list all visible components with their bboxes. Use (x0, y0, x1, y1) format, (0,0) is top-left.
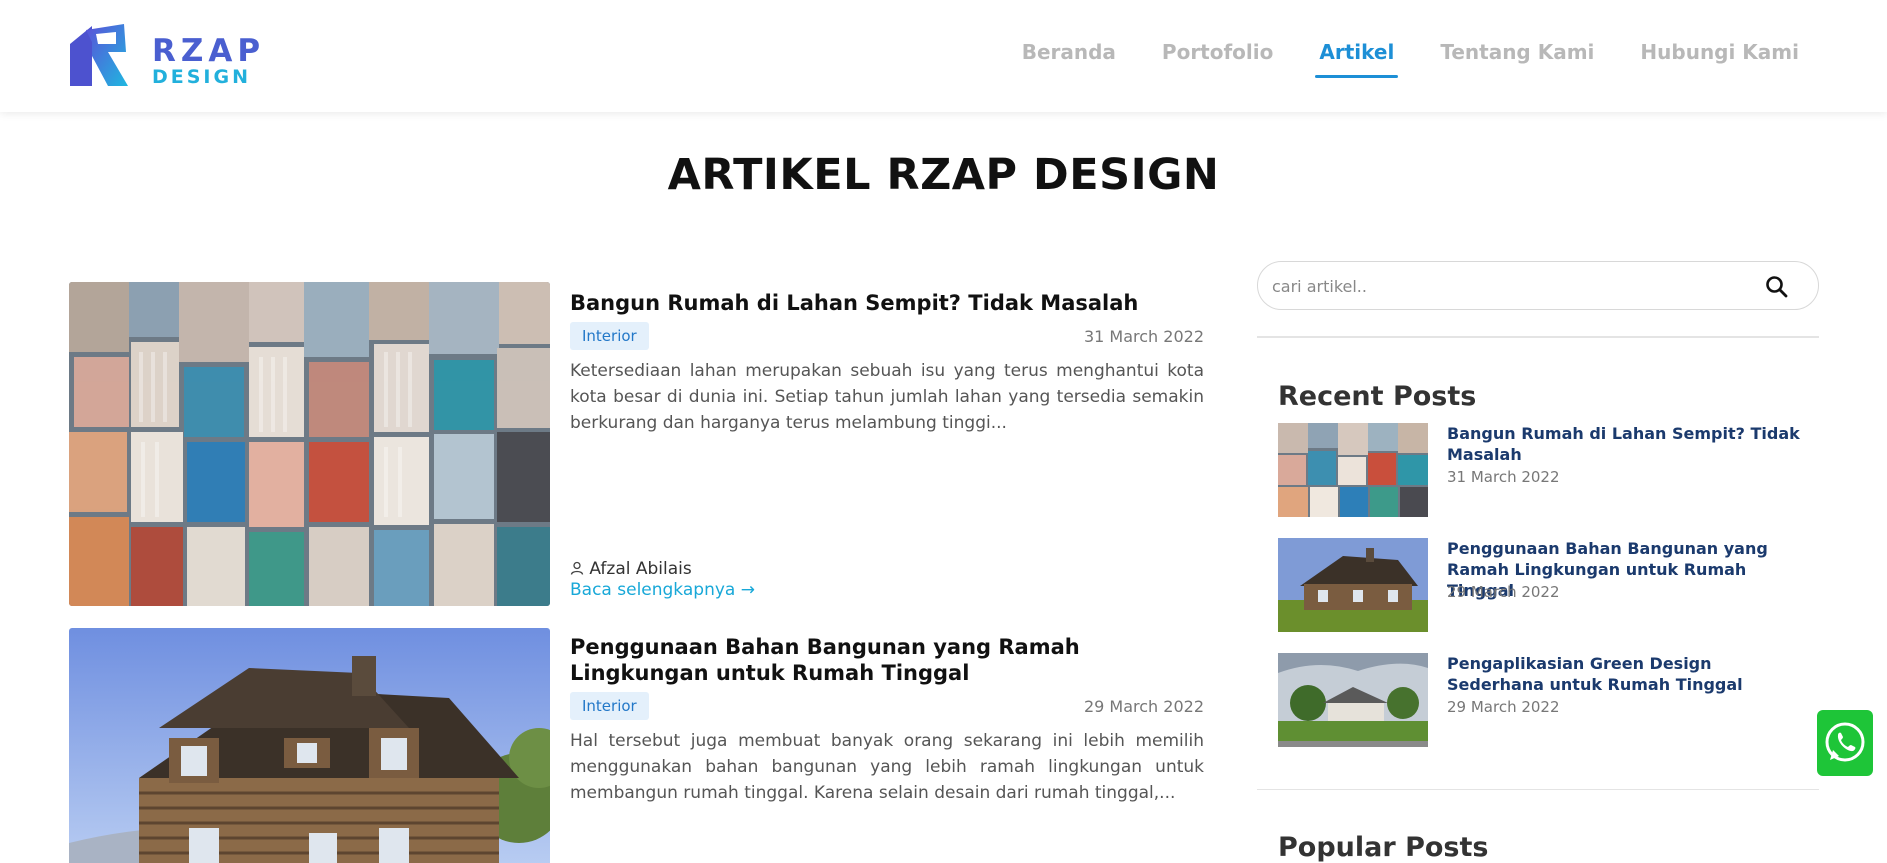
logo-line2: DESIGN (152, 66, 252, 88)
nav-portofolio[interactable]: Portofolio (1162, 40, 1273, 78)
recent-post-date: 29 March 2022 (1447, 583, 1560, 601)
recent-post-thumbnail[interactable] (1278, 653, 1428, 747)
article-excerpt: Ketersediaan lahan merupakan sebuah isu … (570, 361, 1204, 433)
user-icon (570, 559, 589, 579)
house-photo (69, 628, 550, 863)
city-photo (69, 282, 550, 606)
recent-post-title[interactable]: Pengaplikasian Green Design Sederhana un… (1447, 653, 1802, 695)
logo-house-icon (70, 24, 128, 86)
search-input[interactable] (1272, 274, 1732, 298)
recent-post-date: 29 March 2022 (1447, 698, 1560, 716)
nav-hubungi-kami[interactable]: Hubungi Kami (1640, 40, 1799, 78)
article-card: Penggunaan Bahan Bangunan yang Ramah Lin… (69, 628, 1204, 863)
popular-posts-heading: Popular Posts (1278, 832, 1489, 863)
recent-post-item[interactable]: Pengaplikasian Green Design Sederhana un… (1278, 653, 1798, 749)
recent-post-thumbnail[interactable] (1278, 538, 1428, 632)
search-button[interactable] (1764, 274, 1790, 300)
recent-post-date: 31 March 2022 (1447, 468, 1560, 486)
recent-post-item[interactable]: Penggunaan Bahan Bangunan yang Ramah Lin… (1278, 538, 1798, 634)
whatsapp-button[interactable] (1817, 710, 1873, 776)
main-nav: Beranda Portofolio Artikel Tentang Kami … (976, 40, 1799, 78)
recent-post-title[interactable]: Bangun Rumah di Lahan Sempit? Tidak Masa… (1447, 423, 1802, 465)
logo-text: RZAP DESIGN (152, 33, 266, 88)
article-author: Afzal Abilais (570, 559, 692, 579)
sidebar-divider (1257, 789, 1819, 790)
site-header: RZAP DESIGN Beranda Portofolio Artikel T… (0, 0, 1887, 112)
article-body: Bangun Rumah di Lahan Sempit? Tidak Masa… (570, 282, 1204, 606)
article-body: Penggunaan Bahan Bangunan yang Ramah Lin… (570, 628, 1204, 863)
category-tag[interactable]: Interior (570, 322, 649, 350)
whatsapp-icon (1825, 722, 1865, 762)
nav-tentang-kami[interactable]: Tentang Kami (1440, 40, 1594, 78)
article-image-city[interactable] (69, 282, 550, 606)
brand-logo[interactable]: RZAP DESIGN (68, 22, 260, 88)
read-more-link[interactable]: Baca selengkapnya → (570, 580, 755, 600)
page-title: ARTIKEL RZAP DESIGN (667, 150, 1220, 200)
article-title[interactable]: Bangun Rumah di Lahan Sempit? Tidak Masa… (570, 290, 1204, 316)
search-icon (1766, 276, 1788, 298)
nav-artikel[interactable]: Artikel (1315, 40, 1399, 78)
article-image-house[interactable] (69, 628, 550, 863)
recent-posts-heading: Recent Posts (1278, 381, 1477, 412)
logo-line1: RZAP (152, 33, 266, 69)
recent-post-thumbnail[interactable] (1278, 423, 1428, 517)
article-meta: Interior 29 March 2022 (570, 692, 1204, 722)
search-box (1257, 261, 1819, 310)
category-tag[interactable]: Interior (570, 692, 649, 720)
recent-post-item[interactable]: Bangun Rumah di Lahan Sempit? Tidak Masa… (1278, 423, 1800, 519)
nav-beranda[interactable]: Beranda (1022, 40, 1116, 78)
sidebar-divider (1257, 336, 1819, 338)
article-excerpt: Hal tersebut juga membuat banyak orang s… (570, 731, 1204, 803)
article-title[interactable]: Penggunaan Bahan Bangunan yang Ramah Lin… (570, 634, 1204, 686)
author-name: Afzal Abilais (589, 559, 692, 579)
article-date: 31 March 2022 (1083, 327, 1204, 346)
article-meta: Interior 31 March 2022 (570, 322, 1204, 352)
article-card: Bangun Rumah di Lahan Sempit? Tidak Masa… (69, 282, 1204, 606)
article-date: 29 March 2022 (1083, 697, 1204, 716)
